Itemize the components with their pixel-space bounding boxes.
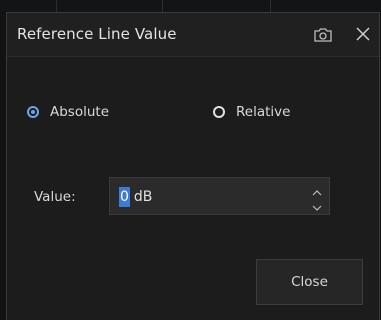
value-spinbox[interactable]: 0 dB <box>109 177 330 215</box>
value-label: Value: <box>34 189 76 205</box>
grid-line <box>56 0 57 12</box>
radio-relative[interactable]: Relative <box>213 102 290 122</box>
chevron-down-icon[interactable] <box>311 199 323 211</box>
background-window <box>0 0 381 12</box>
radio-relative-label: Relative <box>236 104 291 120</box>
value-unit: dB <box>133 189 153 205</box>
value-input[interactable]: 0 dB <box>119 187 152 207</box>
reference-line-value-dialog: Reference Line Value Absolute Relative V… <box>6 12 380 320</box>
radio-absolute-label: Absolute <box>50 104 110 120</box>
radio-absolute[interactable]: Absolute <box>27 102 109 122</box>
dialog-titlebar: Reference Line Value <box>7 13 379 57</box>
dialog-title: Reference Line Value <box>17 25 177 43</box>
grid-line <box>270 0 271 12</box>
close-icon[interactable] <box>353 24 373 44</box>
grid-line <box>162 0 163 12</box>
camera-icon[interactable] <box>313 26 333 44</box>
close-button[interactable]: Close <box>256 259 363 305</box>
chevron-up-icon[interactable] <box>311 184 323 196</box>
radio-relative-indicator[interactable] <box>213 106 225 118</box>
radio-absolute-indicator[interactable] <box>27 106 39 118</box>
spin-arrows <box>311 182 323 212</box>
value-number-selected: 0 <box>119 187 130 207</box>
